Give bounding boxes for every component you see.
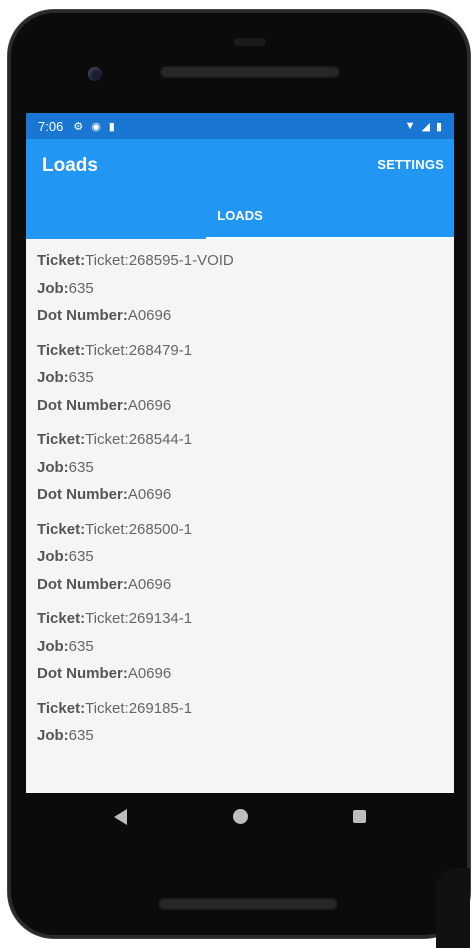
battery-icon: ▮ [435, 120, 442, 133]
front-camera [88, 67, 102, 81]
dot-row: Dot Number:A0696 [37, 481, 454, 509]
ticket-value: Ticket:268544-1 [85, 431, 193, 448]
list-item[interactable]: Ticket:Ticket:269185-1 Job:635 [37, 695, 454, 750]
ticket-label: Ticket: [37, 431, 86, 448]
earpiece-speaker [160, 66, 340, 78]
dot-value: A0696 [127, 486, 172, 503]
wifi-icon: ▼ [404, 119, 416, 132]
dot-row: Dot Number:A0696 [37, 571, 454, 599]
list-item[interactable]: Ticket:Ticket:268500-1 Job:635 Dot Numbe… [37, 516, 454, 599]
ticket-label: Ticket: [37, 610, 86, 627]
job-row: Job:635 [37, 543, 454, 571]
tab-loads-label: LOADS [217, 208, 263, 223]
dot-label: Dot Number: [37, 575, 128, 593]
dot-value: A0696 [127, 665, 172, 682]
ticket-row: Ticket:Ticket:269185-1 [37, 695, 454, 723]
ticket-row: Ticket:Ticket:268544-1 [37, 426, 454, 454]
sd-card-icon: ▮ [108, 120, 115, 133]
job-label: Job: [37, 548, 69, 565]
settings-icon: ⚙ [73, 120, 84, 133]
app-bar: Loads SETTINGS LOADS [26, 139, 454, 239]
job-value: 635 [68, 458, 94, 476]
ticket-value: Ticket:269185-1 [85, 699, 193, 717]
dot-value: A0696 [127, 307, 172, 324]
dot-label: Dot Number: [37, 396, 128, 414]
back-icon[interactable] [114, 809, 127, 825]
job-row: Job:635 [37, 364, 454, 392]
ticket-label: Ticket: [37, 252, 86, 269]
job-row: Job:635 [37, 722, 454, 750]
list-item[interactable]: Ticket:Ticket:268595-1-VOID Job:635 Dot … [37, 247, 454, 330]
tab-indicator [206, 237, 454, 239]
ticket-value: Ticket:268595-1-VOID [85, 252, 234, 269]
app-screen: 7:06 ⚙ ◉ ▮ ▼ ◢ ▮ Loads SETTINGS LOADS Ti… [26, 113, 454, 793]
ticket-row: Ticket:Ticket:268500-1 [37, 516, 454, 544]
ticket-value: Ticket:269134-1 [85, 610, 193, 627]
job-row: Job:635 [37, 454, 454, 482]
list-item[interactable]: Ticket:Ticket:269134-1 Job:635 Dot Numbe… [37, 605, 454, 688]
dot-row: Dot Number:A0696 [37, 660, 454, 688]
job-value: 635 [68, 369, 94, 386]
ticket-label: Ticket: [37, 699, 86, 717]
status-bar: 7:06 ⚙ ◉ ▮ ▼ ◢ ▮ [26, 113, 454, 139]
status-time: 7:06 [38, 118, 64, 134]
top-notch [234, 38, 266, 46]
tab-loads[interactable]: LOADS [26, 201, 454, 239]
job-label: Job: [37, 637, 69, 655]
dot-row: Dot Number:A0696 [37, 392, 454, 420]
page-title: Loads [42, 155, 98, 176]
ticket-row: Ticket:Ticket:268479-1 [37, 337, 454, 365]
dot-label: Dot Number: [37, 665, 128, 682]
ticket-row: Ticket:Ticket:269134-1 [37, 605, 454, 633]
dot-label: Dot Number: [37, 307, 128, 324]
dot-value: A0696 [127, 575, 172, 593]
ticket-value: Ticket:268479-1 [85, 341, 193, 359]
recents-icon[interactable] [353, 810, 366, 823]
job-row: Job:635 [37, 633, 454, 661]
ticket-row: Ticket:Ticket:268595-1-VOID [37, 247, 454, 275]
job-label: Job: [37, 727, 69, 744]
home-icon[interactable] [233, 809, 248, 824]
dot-label: Dot Number: [37, 486, 128, 503]
job-value: 635 [68, 548, 94, 565]
job-label: Job: [37, 369, 69, 386]
settings-button[interactable]: SETTINGS [377, 157, 444, 172]
job-label: Job: [37, 279, 69, 297]
bottom-speaker [158, 898, 338, 910]
job-row: Job:635 [37, 275, 454, 303]
dot-value: A0696 [127, 396, 172, 414]
job-value: 635 [68, 637, 94, 655]
list-item[interactable]: Ticket:Ticket:268479-1 Job:635 Dot Numbe… [37, 337, 454, 420]
list-item[interactable]: Ticket:Ticket:268544-1 Job:635 Dot Numbe… [37, 426, 454, 509]
dot-row: Dot Number:A0696 [37, 302, 454, 330]
signal-icon: ◢ [421, 120, 430, 133]
job-value: 635 [68, 279, 94, 297]
loads-list[interactable]: Ticket:Ticket:268595-1-VOID Job:635 Dot … [26, 239, 454, 750]
job-label: Job: [37, 458, 69, 476]
phone-edge [436, 868, 470, 948]
system-nav-bar [26, 793, 454, 841]
ticket-label: Ticket: [37, 341, 86, 359]
ticket-value: Ticket:268500-1 [85, 520, 193, 538]
job-value: 635 [68, 727, 94, 744]
shield-icon: ◉ [91, 120, 101, 133]
ticket-label: Ticket: [37, 520, 86, 538]
